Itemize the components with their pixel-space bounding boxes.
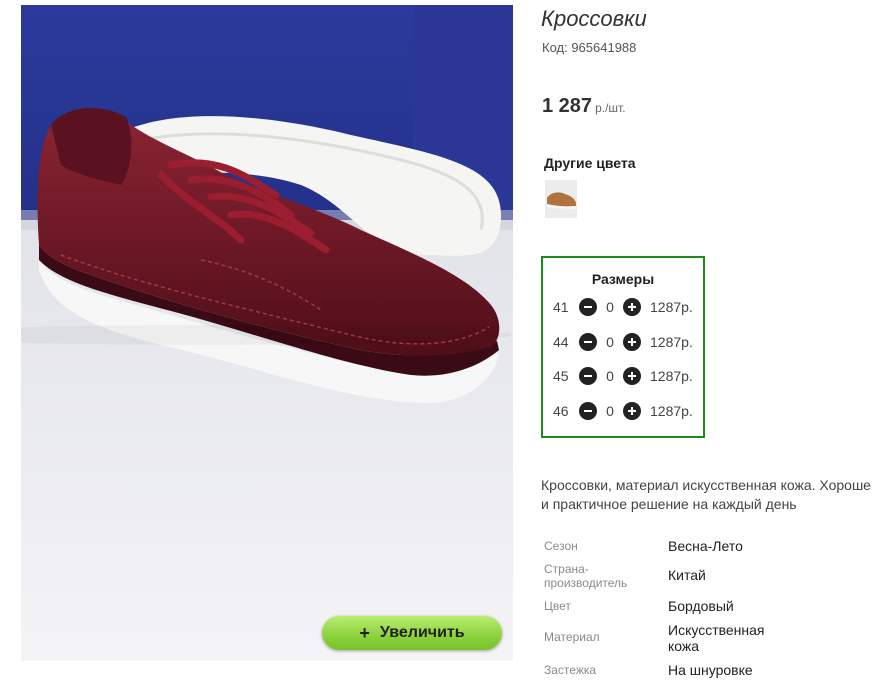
sizes-panel: Размеры 41 0 1287р. 44 0 1287р. 45 0 128… bbox=[541, 256, 705, 438]
size-number: 45 bbox=[553, 368, 569, 384]
size-number: 44 bbox=[553, 334, 569, 350]
plus-icon: + bbox=[359, 622, 370, 643]
size-number: 41 bbox=[553, 299, 569, 315]
spec-label-line: производитель bbox=[544, 576, 628, 590]
quantity-value[interactable]: 0 bbox=[597, 299, 623, 315]
spec-value-line: кожа bbox=[668, 638, 700, 654]
product-description: Кроссовки, материал искусственная кожа. … bbox=[541, 476, 873, 514]
spec-value-color: Бордовый bbox=[668, 598, 734, 614]
brown-sneaker-thumbnail bbox=[545, 180, 577, 218]
sneaker-image bbox=[21, 5, 513, 661]
size-row: 44 0 1287р. bbox=[553, 331, 693, 353]
minus-icon[interactable] bbox=[579, 333, 597, 351]
spec-label-fastener: Застежка bbox=[544, 663, 597, 677]
size-price: 1287р. bbox=[650, 403, 693, 419]
size-price: 1287р. bbox=[650, 368, 693, 384]
spec-label-color: Цвет bbox=[544, 599, 571, 613]
size-price: 1287р. bbox=[650, 299, 693, 315]
plus-icon[interactable] bbox=[623, 402, 641, 420]
size-number: 46 bbox=[553, 403, 569, 419]
quantity-value[interactable]: 0 bbox=[597, 334, 623, 350]
spec-label-material: Материал bbox=[544, 630, 600, 644]
minus-icon[interactable] bbox=[579, 367, 597, 385]
plus-icon[interactable] bbox=[623, 298, 641, 316]
spec-label-line: Страна- bbox=[544, 562, 589, 576]
spec-value-material: Искусственная кожа bbox=[668, 622, 765, 654]
size-row: 41 0 1287р. bbox=[553, 296, 693, 318]
quantity-value[interactable]: 0 bbox=[597, 403, 623, 419]
description-line: и практичное решение на каждый день bbox=[541, 496, 797, 512]
size-row: 46 0 1287р. bbox=[553, 400, 693, 422]
plus-icon[interactable] bbox=[623, 367, 641, 385]
color-swatch-brown[interactable] bbox=[545, 180, 577, 218]
spec-value-season: Весна-Лето bbox=[668, 538, 743, 554]
plus-icon[interactable] bbox=[623, 333, 641, 351]
price-amount: 1 287 bbox=[542, 95, 593, 117]
size-row: 45 0 1287р. bbox=[553, 365, 693, 387]
quantity-value[interactable]: 0 bbox=[597, 368, 623, 384]
spec-value-country: Китай bbox=[668, 567, 706, 583]
minus-icon[interactable] bbox=[579, 298, 597, 316]
spec-value-fastener: На шнуровке bbox=[668, 662, 753, 678]
description-line: Кроссовки, материал искусственная кожа. … bbox=[541, 477, 871, 493]
price-unit: р./шт. bbox=[595, 101, 626, 115]
product-price: 1 287 р./шт. bbox=[542, 95, 626, 118]
spec-value-line: Искусственная bbox=[668, 622, 765, 638]
zoom-button[interactable]: + Увеличить bbox=[322, 616, 502, 650]
sizes-title: Размеры bbox=[591, 271, 655, 287]
spec-label-season: Сезон bbox=[544, 539, 578, 553]
size-price: 1287р. bbox=[650, 334, 693, 350]
minus-icon[interactable] bbox=[579, 402, 597, 420]
product-title: Кроссовки bbox=[541, 6, 647, 31]
spec-label-country: Страна- производитель bbox=[544, 562, 627, 590]
zoom-button-label: Увеличить bbox=[379, 624, 465, 641]
product-code: Код: 965641988 bbox=[542, 40, 637, 55]
other-colors-title: Другие цвета bbox=[544, 155, 636, 171]
product-photo[interactable]: + Увеличить bbox=[21, 5, 513, 661]
